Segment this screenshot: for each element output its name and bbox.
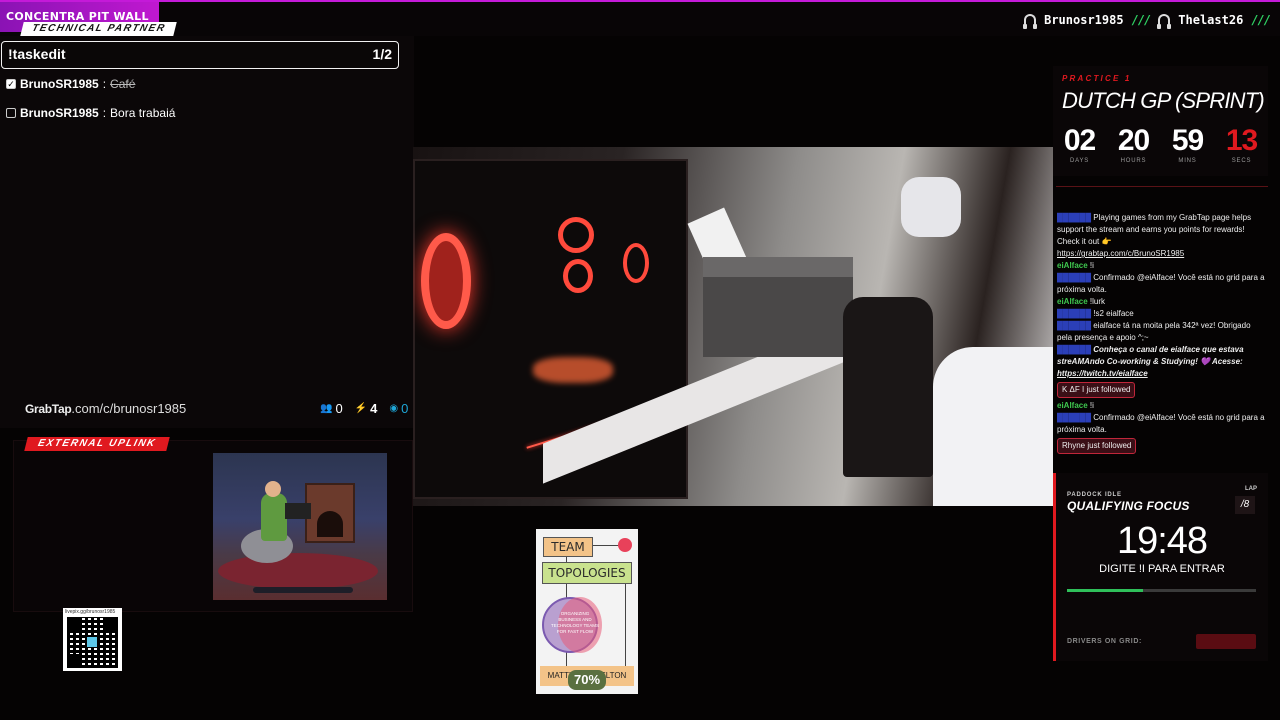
book-title: TEAM <box>543 537 593 557</box>
chat-user: eiAlface <box>1057 401 1088 410</box>
book-title: TOPOLOGIES <box>542 562 632 584</box>
countdown-label: MINS <box>1178 158 1197 164</box>
viewers-count: 0 <box>335 401 343 416</box>
countdown-label: HOURS <box>1120 158 1147 164</box>
divider <box>1056 186 1268 187</box>
chat-message: eiAlface !i <box>1057 260 1267 272</box>
chat-user: eiAlface <box>1057 297 1088 306</box>
chat-message: eiAlface !lurk <box>1057 296 1267 308</box>
chat-message: ██████ Conheça o canal de eialface que e… <box>1057 345 1244 378</box>
book-progress: 70% <box>568 670 606 690</box>
separator: /// <box>1131 13 1152 27</box>
task-user: BrunoSR1985 <box>20 77 99 91</box>
book-subtitle: ORGANIZING BUSINESS AND TECHNOLOGY TEAMS… <box>550 611 600 634</box>
bolts-count: 4 <box>370 401 378 416</box>
chat-message: eiAlface !i <box>1057 400 1267 412</box>
chat-message: ██████ Confirmado @eiAlface! Você está n… <box>1057 273 1265 294</box>
chat-text: !lurk <box>1089 297 1106 306</box>
host-name: Brunosr1985 <box>1044 13 1124 27</box>
task-item: BrunoSR1985: Bora trabaiá <box>6 106 175 120</box>
countdown-secs: 13 <box>1225 124 1258 157</box>
avatar-camera <box>213 453 387 600</box>
grabtap-link: GrabTap .com/c/brunosr1985 <box>25 401 186 416</box>
hosts-bar: Brunosr1985 /// Thelast26 /// <box>1023 13 1271 29</box>
qr-code: livepix.gg/brunosr1985 <box>63 608 122 671</box>
paddock-status: PADDOCK IDLE <box>1067 492 1122 498</box>
chat-message: ██████ !s2 eialface <box>1057 309 1134 318</box>
qualifying-timer: 19:48 <box>1116 520 1208 562</box>
player-controls <box>253 587 353 593</box>
chat-link[interactable]: https://grabtap.com/c/BrunoSR1985 <box>1057 249 1184 258</box>
grabtap-stats: 👥 0 ⚡ 4 ◉ 0 <box>320 401 408 416</box>
task-count: 1/2 <box>372 46 392 62</box>
task-panel <box>0 36 414 428</box>
grabtap-url: .com/c/brunosr1985 <box>71 401 187 416</box>
top-bar: CONCENTRA PIT WALL Brunosr1985 /// Thela… <box>0 0 1280 36</box>
uplink-tag: EXTERNAL UPLINK <box>24 437 170 451</box>
qualifying-title: QUALIFYING FOCUS <box>1067 499 1190 513</box>
checkbox-icon <box>6 108 16 118</box>
chat-message: ██████ eialface tá na moita pela 342ª ve… <box>1057 321 1251 342</box>
progress-fill <box>1067 589 1143 592</box>
countdown-hours: 20 <box>1117 124 1150 157</box>
qualifying-cta: DIGITE !I PARA ENTRAR <box>1099 563 1225 575</box>
drivers-box <box>1196 634 1256 649</box>
chat-user: eiAlface <box>1057 261 1088 270</box>
grabtap-logo: GrabTap <box>25 402 72 416</box>
chat-feed: ██████ Playing games from my GrabTap pag… <box>1057 212 1267 456</box>
task-text: Café <box>110 77 136 91</box>
headphones-icon <box>1157 14 1172 29</box>
main-camera <box>413 147 1053 506</box>
tech-partner-tag: TECHNICAL PARTNER <box>20 22 178 36</box>
countdown: 02 DAYS 20 HOURS 59 MINS 13 SECS <box>1058 124 1263 164</box>
drivers-label: DRIVERS ON GRID: <box>1067 638 1142 645</box>
chat-text: !i <box>1089 261 1094 270</box>
lap-label: LAP <box>1245 486 1257 492</box>
points-icon: ◉ <box>389 403 399 414</box>
countdown-days: 02 <box>1063 124 1096 157</box>
countdown-label: SECS <box>1231 158 1252 164</box>
session-title: DUTCH GP (SPRINT) <box>1062 88 1265 113</box>
task-command: !taskedit <box>8 46 66 62</box>
task-text: Bora trabaiá <box>110 106 176 120</box>
qualifying-progress <box>1067 589 1256 592</box>
chat-message: ██████ Confirmado @eiAlface! Você está n… <box>1057 413 1265 434</box>
countdown-label: DAYS <box>1069 158 1090 164</box>
session-label: PRACTICE 1 <box>1062 74 1132 83</box>
separator: /// <box>1251 13 1271 27</box>
task-item: ✓ BrunoSR1985: Café <box>6 77 136 91</box>
bolt-icon: ⚡ <box>354 403 368 414</box>
chat-text: !i <box>1089 401 1094 410</box>
chat-message: ██████ Playing games from my GrabTap pag… <box>1057 213 1252 258</box>
headphones-icon <box>1023 14 1038 29</box>
chat-link[interactable]: https://twitch.tv/eialface <box>1057 369 1148 378</box>
countdown-mins: 59 <box>1171 124 1204 157</box>
follow-alert: K ΔF I just followed <box>1057 382 1136 398</box>
follow-alert: Rhyne just followed <box>1057 438 1137 454</box>
task-header: !taskedit 1/2 <box>1 41 399 69</box>
task-user: BrunoSR1985 <box>20 106 99 120</box>
lap-count: /8 <box>1235 496 1255 514</box>
chat-text: !s2 eialface <box>1093 309 1134 318</box>
qr-url: livepix.gg/brunosr1985 <box>65 609 116 615</box>
viewers-icon: 👥 <box>320 403 333 414</box>
host-name: Thelast26 <box>1178 13 1244 27</box>
points-count: 0 <box>401 401 409 416</box>
checkbox-icon: ✓ <box>6 79 16 89</box>
